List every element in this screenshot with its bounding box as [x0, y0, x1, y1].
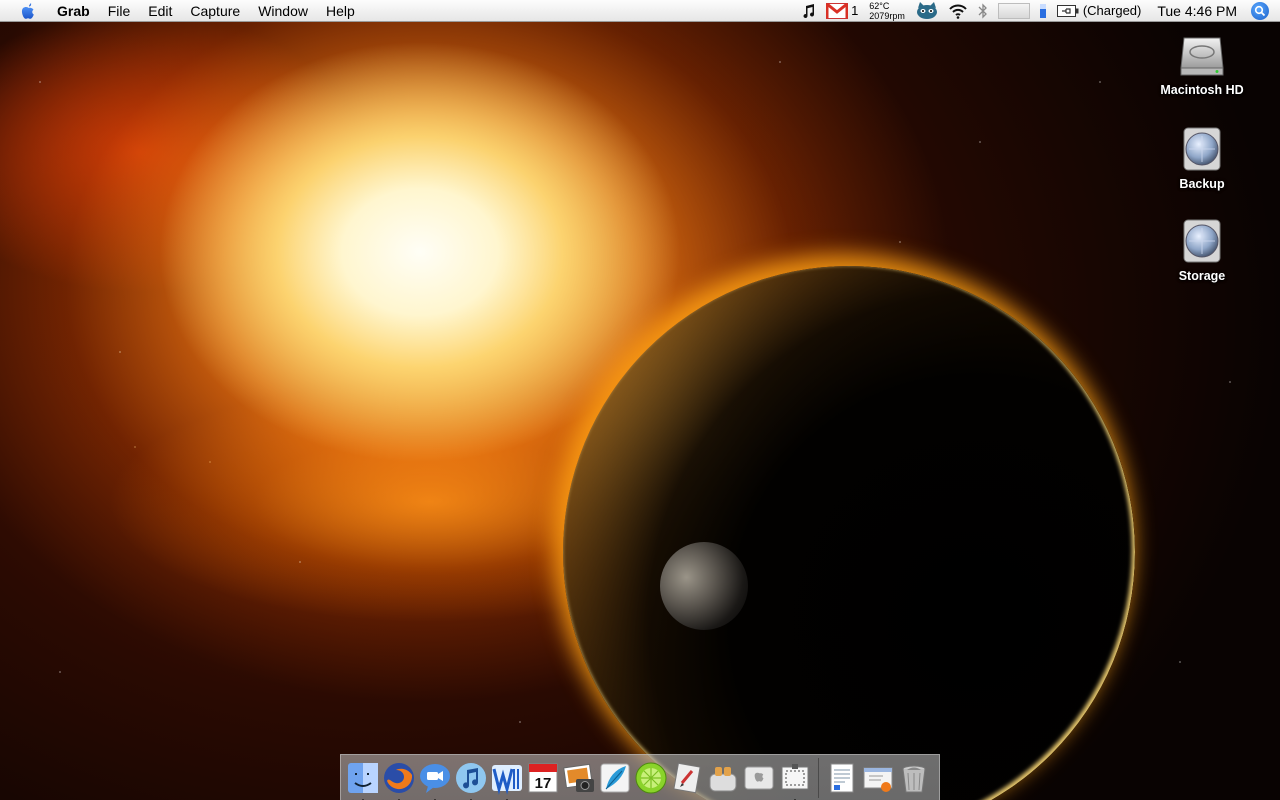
grab-icon	[781, 763, 809, 789]
desktop-icon-storage[interactable]: Storage	[1147, 216, 1257, 283]
dock-item-ichat[interactable]	[417, 760, 453, 800]
menu-bar-left: Grab File Edit Capture Window Help	[0, 0, 364, 22]
menu-file[interactable]: File	[99, 0, 140, 22]
disk-image-icon	[1183, 127, 1221, 171]
battery-menu[interactable]: (Charged)	[1051, 3, 1148, 18]
script-editor-icon	[673, 762, 701, 793]
desktop-icon-macintosh-hd[interactable]: Macintosh HD	[1147, 30, 1257, 97]
menu-extra-blank[interactable]	[993, 0, 1035, 22]
dock-item-word[interactable]	[489, 760, 525, 800]
dock: 17	[340, 754, 940, 800]
gmail-notifier[interactable]: 1	[821, 0, 863, 22]
feather-icon	[600, 763, 630, 792]
volume-indicator[interactable]	[1035, 0, 1051, 22]
dock-item-iphoto[interactable]	[561, 760, 597, 796]
music-note-icon[interactable]	[797, 0, 821, 22]
spotlight-icon[interactable]	[1251, 1, 1269, 20]
dock-item-itunes[interactable]	[453, 760, 489, 800]
itunes-icon	[456, 762, 486, 793]
moon	[660, 542, 748, 630]
gmail-icon	[826, 2, 849, 19]
battery-status: (Charged)	[1082, 3, 1142, 18]
desktop-icon-backup[interactable]: Backup	[1147, 124, 1257, 191]
dock-item-trash[interactable]	[896, 760, 932, 796]
temperature-monitor[interactable]: 62°C 2079rpm	[863, 1, 911, 21]
limewire-icon	[635, 762, 667, 793]
wifi-icon[interactable]	[943, 0, 973, 22]
iphoto-icon	[563, 763, 594, 792]
temperature-value: 62°C	[869, 0, 890, 11]
apple-icon[interactable]	[18, 1, 38, 21]
menu-capture[interactable]: Capture	[181, 0, 249, 22]
dock-item-document[interactable]	[824, 760, 860, 796]
bluetooth-icon[interactable]	[973, 0, 993, 22]
dock-item-firefox[interactable]	[381, 760, 417, 800]
fan-speed-value: 2079rpm	[869, 10, 905, 21]
disk-image-icon	[1183, 219, 1221, 263]
dock-item-ical[interactable]: 17	[525, 760, 561, 796]
word-icon	[492, 764, 522, 795]
dock-item-limewire[interactable]	[633, 760, 669, 796]
menu-window[interactable]: Window	[249, 0, 317, 22]
finder-icon	[348, 762, 378, 793]
toaster-icon	[709, 766, 737, 791]
menu-bar: Grab File Edit Capture Window Help 1 62°…	[0, 0, 1280, 22]
dock-item-script-editor[interactable]	[669, 760, 705, 796]
battery-icon	[1056, 4, 1079, 17]
ical-date: 17	[535, 775, 552, 792]
firefox-icon	[384, 762, 414, 793]
menu-edit[interactable]: Edit	[139, 0, 181, 22]
desktop-icon-label: Backup	[1179, 177, 1225, 191]
apple-hardware-icon	[744, 766, 774, 789]
menu-help[interactable]: Help	[317, 0, 364, 22]
dock-item-downloads[interactable]	[860, 760, 896, 796]
dock-item-finder[interactable]	[345, 760, 381, 800]
ical-icon: 17	[528, 763, 558, 792]
gmail-unread-count: 1	[851, 3, 859, 18]
dock-item-toaster[interactable]	[705, 760, 741, 796]
hard-drive-icon	[1180, 37, 1224, 76]
menu-clock[interactable]: Tue 4:46 PM	[1147, 3, 1251, 19]
menu-app-grab[interactable]: Grab	[48, 0, 99, 22]
desktop-icon-label: Storage	[1178, 269, 1226, 283]
dock-item-feather[interactable]	[597, 760, 633, 796]
cat-face-icon[interactable]	[911, 0, 943, 22]
desktop-icon-label: Macintosh HD	[1160, 83, 1244, 97]
downloads-icon	[863, 767, 893, 792]
document-icon	[830, 763, 854, 792]
dock-item-system-prefs[interactable]	[741, 760, 777, 796]
trash-icon	[902, 765, 926, 792]
desktop-wallpaper	[0, 22, 1280, 800]
menu-extras: 1 62°C 2079rpm (Charged) Tue 4:46 PM	[797, 0, 1280, 22]
ichat-icon	[420, 763, 450, 793]
dock-item-grab[interactable]	[777, 760, 813, 800]
dock-separator	[818, 757, 819, 798]
